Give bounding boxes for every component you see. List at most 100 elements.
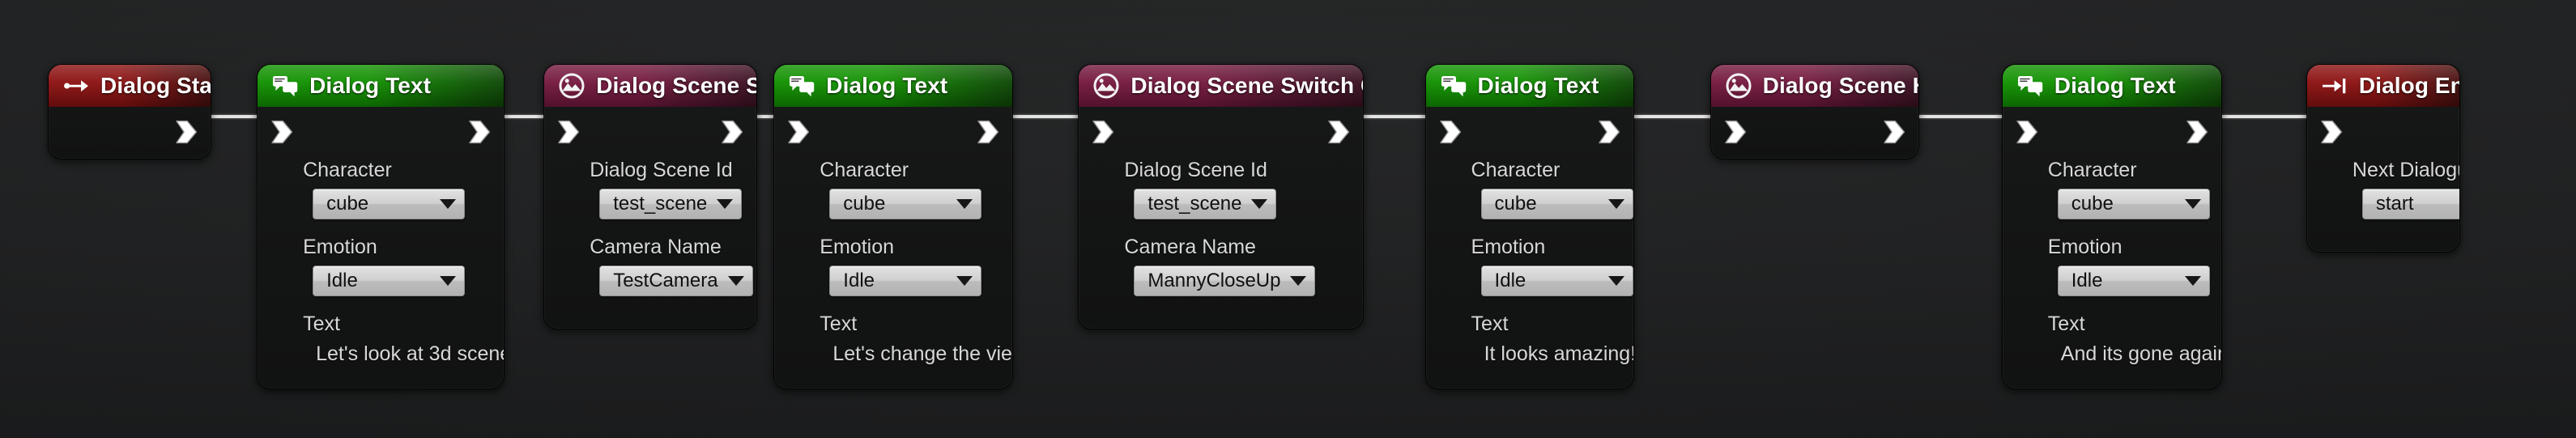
combo-box[interactable]: TestCamera [599, 266, 753, 297]
node-body: Character cube Emotion Idle Text It looks ama… [1426, 159, 1633, 389]
node-title: Dialog Text [2054, 73, 2176, 99]
property-label: Text [1471, 313, 1509, 336]
exec-output-pin[interactable] [1883, 120, 1905, 144]
node-header[interactable]: Dialog Scene Hide [1710, 65, 1918, 108]
node-title: Dialog End [2358, 73, 2459, 99]
exec-output-pin[interactable] [977, 120, 999, 144]
node-header[interactable]: Dialog Text [2002, 65, 2221, 108]
combo-box[interactable]: test_scene [1134, 189, 1277, 220]
scene-image-icon [559, 73, 585, 99]
graph-node-dialog-scene-show[interactable]: Dialog Scene Show Dialog Scene Id test_sce… [544, 65, 757, 330]
graph-node-dialog-end[interactable]: Dialog End Next Dialogue start [2306, 65, 2459, 253]
dialogue-node-graph-canvas[interactable]: Dialog Start Dialog Text Character cube Emot… [0, 0, 2576, 438]
chevron-down-icon [1251, 199, 1268, 210]
property-label: Emotion [1471, 236, 1546, 259]
chevron-down-icon [2184, 276, 2201, 287]
property-value-text[interactable]: And its gone again. [2061, 342, 2221, 366]
property-value-text[interactable]: Let's look at 3d scenes. [316, 342, 504, 366]
graph-node-dialog-scene-hide[interactable]: Dialog Scene Hide [1710, 65, 1918, 159]
combo-box[interactable]: Idle [313, 266, 466, 297]
node-body: Character cube Emotion Idle Text Let's look a… [258, 159, 504, 389]
speech-bubble-icon [789, 73, 815, 99]
exec-input-pin[interactable] [1439, 120, 1462, 144]
node-title: Dialog Scene Switch Camera [1130, 73, 1362, 99]
property-label: Text [2047, 313, 2085, 336]
combo-box-value: start [2375, 193, 2414, 215]
property-label: Next Dialogue [2352, 159, 2459, 182]
start-flag-icon [63, 73, 89, 99]
property-label: Text [303, 313, 340, 336]
node-body: Dialog Scene Id test_scene Camera Name Test… [544, 159, 756, 329]
exec-output-pin[interactable] [2186, 120, 2208, 144]
combo-box-value: cube [843, 193, 886, 215]
chevron-down-icon [956, 199, 973, 210]
exec-input-pin[interactable] [1724, 120, 1747, 144]
combo-box[interactable]: cube [1480, 189, 1633, 220]
exec-input-pin[interactable] [2016, 120, 2038, 144]
combo-box[interactable]: cube [829, 189, 982, 220]
pin-row [1079, 107, 1362, 155]
execution-wire[interactable] [2203, 115, 2323, 119]
graph-node-dialog-start[interactable]: Dialog Start [49, 65, 211, 159]
exec-input-pin[interactable] [2320, 120, 2343, 144]
node-header[interactable]: Dialog Text [774, 65, 1013, 108]
node-header[interactable]: Dialog Scene Show [544, 65, 757, 108]
exec-output-pin[interactable] [175, 120, 198, 144]
exec-input-pin[interactable] [270, 120, 293, 144]
combo-box[interactable]: start [2361, 189, 2459, 220]
property-label: Character [1471, 159, 1561, 182]
pin-row [2003, 107, 2221, 155]
property-label: Text [820, 313, 858, 336]
combo-box[interactable]: Idle [2057, 266, 2210, 297]
combo-box-value: cube [326, 193, 369, 215]
node-header[interactable]: Dialog Text [1425, 65, 1633, 108]
property-label: Camera Name [590, 236, 722, 259]
node-header[interactable]: Dialog End [2306, 65, 2459, 108]
exec-input-pin[interactable] [557, 120, 580, 144]
property-label: Character [303, 159, 392, 182]
exec-input-pin[interactable] [1092, 120, 1114, 144]
pin-row [1426, 107, 1633, 155]
scene-image-icon [1093, 73, 1119, 99]
exec-input-pin[interactable] [787, 120, 810, 144]
graph-node-dialog-text-3[interactable]: Dialog Text Character cube Emotion Idle Text I… [1425, 65, 1633, 389]
node-body: Next Dialogue start [2307, 159, 2459, 252]
node-header[interactable]: Dialog Scene Switch Camera [1079, 65, 1363, 108]
chevron-down-icon [1607, 199, 1624, 210]
node-header[interactable]: Dialog Start [49, 65, 211, 108]
node-body: Character cube Emotion Idle Text Let's change… [774, 159, 1012, 389]
end-flag-icon [2322, 73, 2348, 99]
pin-row [544, 107, 756, 155]
combo-box-value: cube [2071, 193, 2114, 215]
property-value-text[interactable]: Let's change the view! [832, 342, 1012, 366]
graph-node-dialog-text-2[interactable]: Dialog Text Character cube Emotion Idle Text L… [774, 65, 1013, 389]
chevron-down-icon [1290, 276, 1307, 287]
exec-output-pin[interactable] [1598, 120, 1620, 144]
graph-node-dialog-scene-switch-camera[interactable]: Dialog Scene Switch Camera Dialog Scene I… [1079, 65, 1363, 330]
combo-box[interactable]: MannyCloseUp [1134, 266, 1316, 297]
node-header[interactable]: Dialog Text [258, 65, 505, 108]
combo-box[interactable]: cube [313, 189, 466, 220]
graph-node-dialog-text-1[interactable]: Dialog Text Character cube Emotion Idle Text L… [258, 65, 505, 389]
combo-box[interactable]: Idle [829, 266, 982, 297]
node-body: Dialog Scene Id test_scene Camera Name Mann… [1079, 159, 1362, 329]
property-label: Camera Name [1124, 236, 1256, 259]
exec-output-pin[interactable] [721, 120, 743, 144]
exec-output-pin[interactable] [468, 120, 491, 144]
pin-row [49, 107, 211, 155]
combo-box[interactable]: test_scene [599, 189, 743, 220]
property-label: Character [2047, 159, 2137, 182]
node-title: Dialog Scene Hide [1762, 73, 1918, 99]
combo-box[interactable]: cube [2057, 189, 2210, 220]
exec-output-pin[interactable] [1327, 120, 1350, 144]
property-value-text[interactable]: It looks amazing! [1484, 342, 1633, 366]
chevron-down-icon [440, 276, 457, 287]
pin-row [2307, 107, 2459, 155]
graph-node-dialog-text-4[interactable]: Dialog Text Character cube Emotion Idle Text A… [2002, 65, 2221, 389]
speech-bubble-icon [2017, 73, 2043, 99]
combo-box-value: test_scene [1147, 193, 1242, 215]
combo-box[interactable]: Idle [1480, 266, 1633, 297]
combo-box-value: test_scene [613, 193, 708, 215]
combo-box-value: TestCamera [613, 270, 718, 292]
speech-bubble-icon [272, 73, 298, 99]
